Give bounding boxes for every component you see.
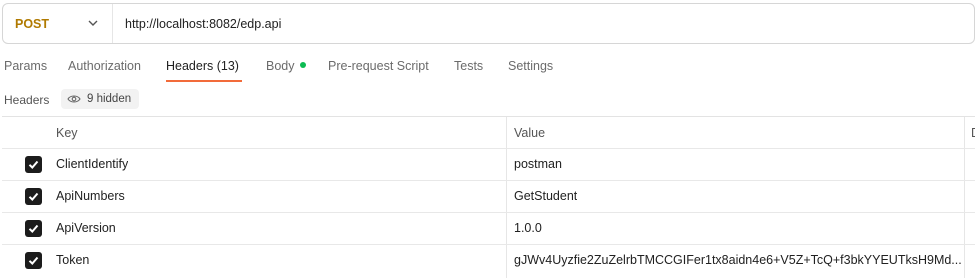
header-value[interactable]: postman [514,157,562,171]
header-key[interactable]: Token [56,253,89,267]
table-row: Token gJWv4Uyzfie2ZuZelrbTMCCGIFer1tx8ai… [2,245,975,277]
tab-body[interactable]: Body [266,59,306,73]
column-header-key: Key [56,126,78,140]
tab-authorization[interactable]: Authorization [68,59,141,73]
checkmark-icon [28,256,39,265]
header-value[interactable]: 1.0.0 [514,221,542,235]
hidden-headers-toggle[interactable]: 9 hidden [61,89,140,109]
url-input[interactable]: http://localhost:8082/edp.api [125,17,281,31]
table-row: ApiVersion 1.0.0 [2,213,975,245]
body-status-dot [299,62,306,68]
headers-table: Key Value D ClientIdentify postman ApiNu… [2,116,975,278]
row-checkbox[interactable] [25,188,42,205]
eye-icon [67,95,81,103]
table-header-row: Key Value D [2,117,975,149]
method-select[interactable]: POST [15,17,49,31]
row-checkbox[interactable] [25,252,42,269]
header-key[interactable]: ClientIdentify [56,157,128,171]
header-key[interactable]: ApiVersion [56,221,116,235]
row-checkbox[interactable] [25,156,42,173]
table-row: ClientIdentify postman [2,149,975,181]
headers-label: Headers [4,93,50,107]
table-row: ApiNumbers GetStudent [2,181,975,213]
tab-pre-request-script[interactable]: Pre-request Script [328,59,429,73]
column-header-description: D [971,126,975,140]
tab-body-label: Body [266,59,295,73]
tab-tests[interactable]: Tests [454,59,483,73]
request-bar: POST http://localhost:8082/edp.api [2,3,975,44]
tab-params[interactable]: Params [4,59,47,73]
hidden-count: 9 hidden [87,93,132,105]
tab-settings[interactable]: Settings [508,59,553,73]
header-value[interactable]: GetStudent [514,189,577,203]
checkmark-icon [28,224,39,233]
tab-headers[interactable]: Headers (13) [166,59,239,73]
request-tabs: Params Authorization Headers (13) Body P… [0,58,975,84]
column-header-value: Value [514,126,546,140]
header-value[interactable]: gJWv4Uyzfie2ZuZelrbTMCCGIFer1tx8aidn4e6+… [514,253,962,267]
active-tab-indicator [166,80,242,82]
chevron-down-icon[interactable] [87,15,99,31]
row-checkbox[interactable] [25,220,42,237]
checkmark-icon [28,160,39,169]
divider [112,4,113,43]
checkmark-icon [28,192,39,201]
header-key[interactable]: ApiNumbers [56,189,125,203]
